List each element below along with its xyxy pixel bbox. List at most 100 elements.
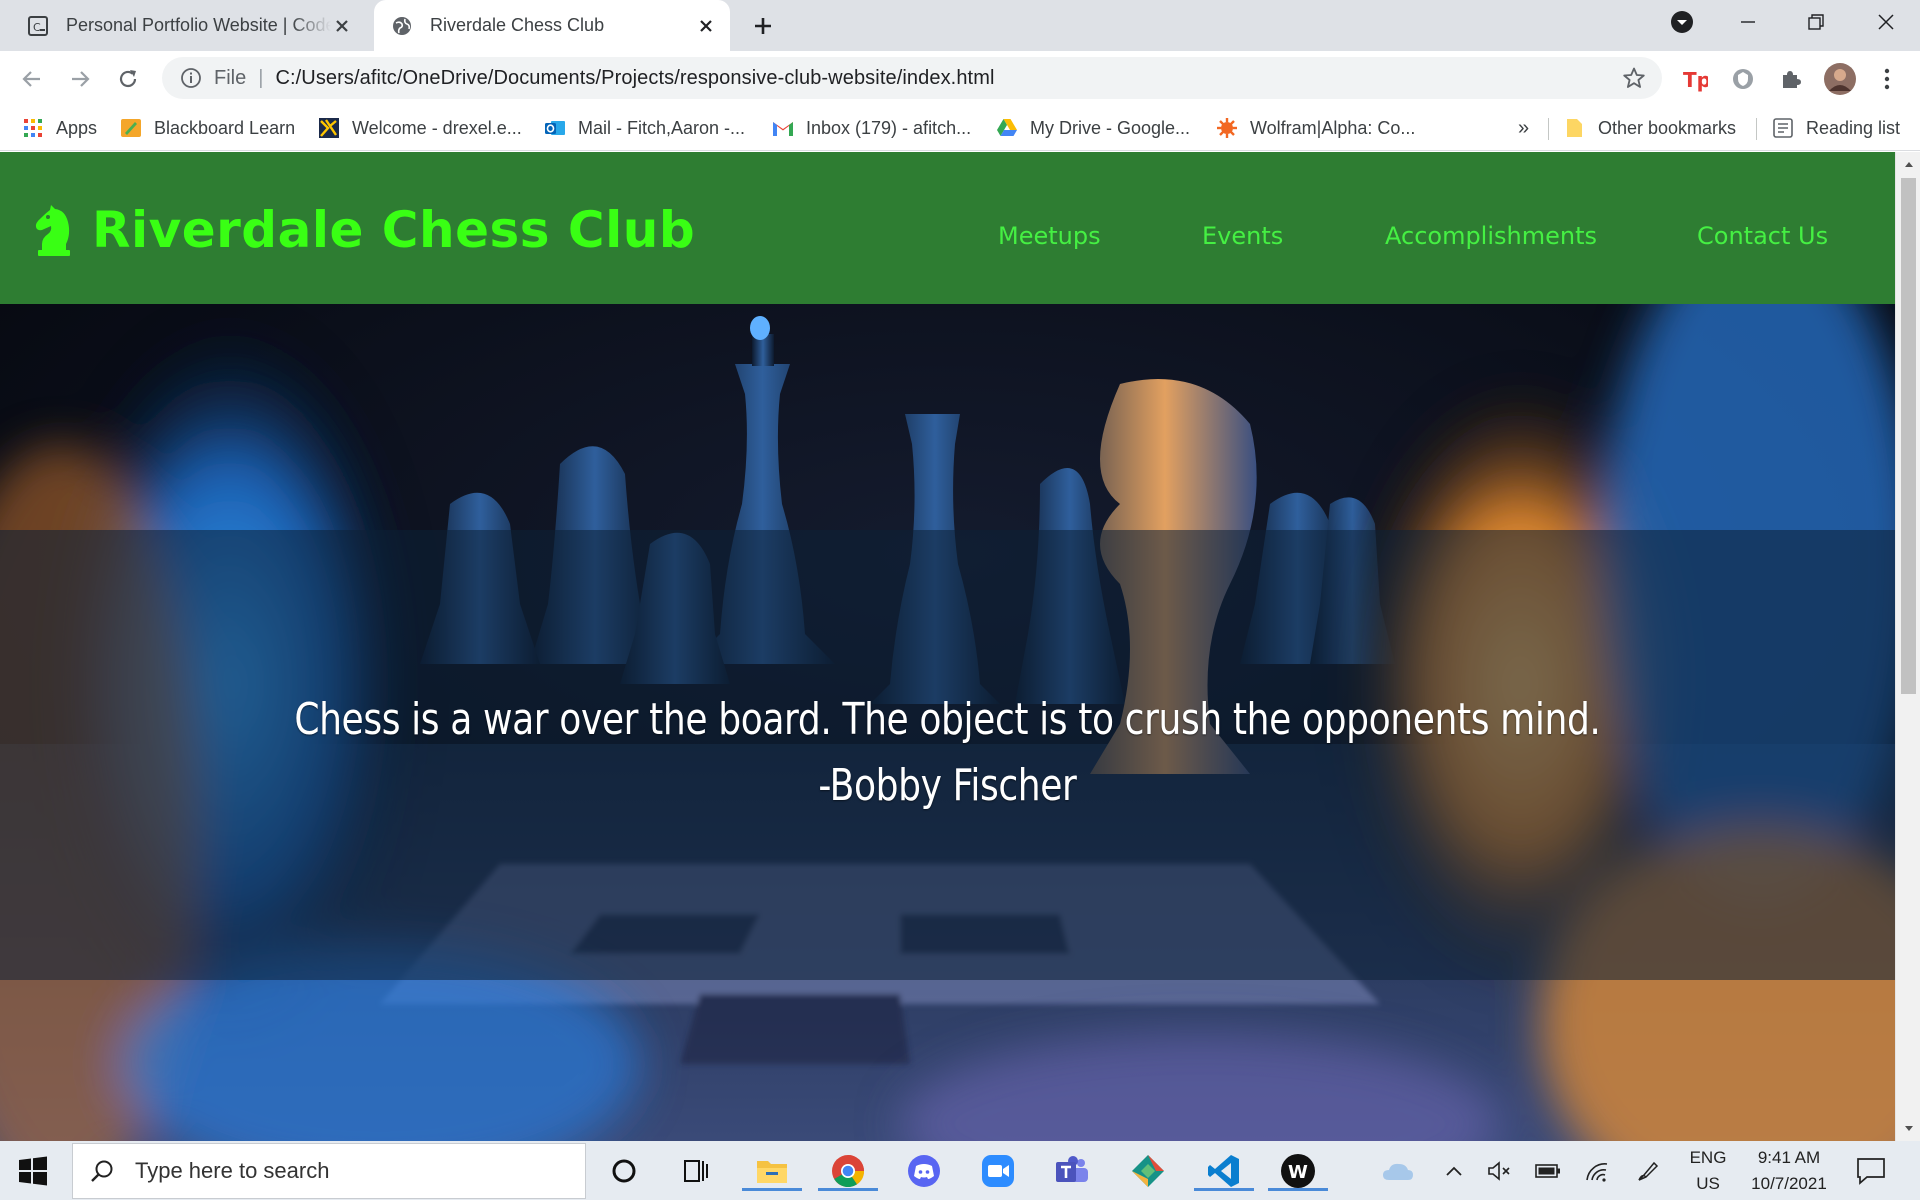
forward-button[interactable] (66, 65, 94, 93)
bookmark-inbox[interactable]: Inbox (179) - afitch... (772, 113, 971, 143)
reload-button[interactable] (114, 65, 142, 93)
close-icon[interactable] (330, 14, 354, 38)
page-viewport: Riverdale Chess Club Meetups Events Acco… (0, 152, 1895, 1141)
language-code: ENG (1689, 1148, 1727, 1167)
chrome-icon[interactable] (818, 1151, 878, 1191)
profile-avatar[interactable] (1824, 63, 1856, 95)
reading-list-button[interactable]: Reading list (1772, 113, 1900, 143)
codepen-icon: C (26, 14, 50, 38)
vscode-icon[interactable] (1194, 1151, 1254, 1191)
notification-center-icon[interactable] (1855, 1155, 1887, 1187)
gitkraken-icon[interactable] (1128, 1151, 1168, 1191)
onedrive-icon[interactable] (1378, 1157, 1418, 1185)
zoom-icon[interactable] (978, 1151, 1018, 1191)
bookmark-divider (1756, 118, 1757, 140)
clock-time: 9:41 AM (1757, 1148, 1821, 1167)
scrollbar-thumb[interactable] (1901, 178, 1916, 694)
taskbar-search-input[interactable]: Type here to search (72, 1143, 586, 1199)
wifi-icon[interactable] (1584, 1157, 1612, 1185)
page-scrollbar[interactable] (1895, 152, 1920, 1141)
file-explorer-icon[interactable] (742, 1151, 802, 1191)
tab-portfolio[interactable]: C Personal Portfolio Website | Code (0, 0, 366, 51)
quote-text: Chess is a war over the board. The objec… (294, 694, 1601, 745)
arrow-left-icon (22, 71, 40, 87)
show-hidden-icons-chevron-up-icon[interactable] (1440, 1157, 1468, 1185)
scroll-down-arrow-icon[interactable] (1903, 1123, 1915, 1135)
nav-link-meetups[interactable]: Meetups (998, 222, 1101, 250)
site-title: Riverdale Chess Club (92, 201, 696, 259)
shield-extension-icon[interactable] (1730, 66, 1756, 92)
bookmarks-overflow-button[interactable]: » (1518, 113, 1529, 143)
bookmark-label: Reading list (1806, 117, 1901, 138)
menu-kebab-icon[interactable] (1874, 66, 1900, 92)
bookmark-star-icon[interactable] (1622, 66, 1646, 90)
outlook-icon (544, 117, 566, 139)
discord-icon[interactable] (904, 1151, 944, 1191)
scroll-up-arrow-icon[interactable] (1903, 158, 1915, 170)
battery-icon[interactable] (1534, 1157, 1562, 1185)
cortana-icon[interactable] (604, 1151, 644, 1191)
url-text[interactable]: C:/Users/afitc/OneDrive/Documents/Projec… (275, 67, 994, 90)
bookmark-apps[interactable]: Apps (22, 113, 97, 143)
new-tab-button[interactable] (748, 12, 778, 40)
address-bar[interactable]: File | C:/Users/afitc/OneDrive/Documents… (162, 57, 1662, 99)
bookmark-mail[interactable]: Mail - Fitch,Aaron -... (544, 113, 745, 143)
tab-search-button[interactable] (1652, 0, 1712, 44)
bookmark-label: Inbox (179) - afitch... (806, 117, 972, 138)
bookmark-label: Welcome - drexel.e... (352, 117, 522, 138)
url-scheme-label: File (214, 66, 247, 89)
pen-ink-icon[interactable] (1634, 1157, 1662, 1185)
globe-icon (390, 14, 414, 38)
nav-link-accomplishments[interactable]: Accomplishments (1385, 222, 1597, 250)
blackboard-icon (120, 117, 142, 139)
bookmark-wolfram[interactable]: Wolfram|Alpha: Co... (1216, 113, 1415, 143)
apps-grid-icon (22, 117, 44, 139)
input-language-indicator[interactable]: ENG US (1686, 1145, 1730, 1197)
webstorm-icon[interactable]: W (1268, 1151, 1328, 1191)
active-indicator (742, 1188, 802, 1191)
task-view-icon[interactable] (676, 1151, 716, 1191)
minimize-button[interactable] (1718, 0, 1778, 44)
bookmark-label: Wolfram|Alpha: Co... (1250, 117, 1416, 138)
bookmark-label: Blackboard Learn (154, 117, 296, 138)
back-button[interactable] (18, 65, 46, 93)
bookmark-drexel[interactable]: Welcome - drexel.e... (318, 113, 522, 143)
bookmark-drive[interactable]: My Drive - Google... (996, 113, 1190, 143)
active-indicator (1194, 1188, 1254, 1191)
system-clock[interactable]: 9:41 AM 10/7/2021 (1740, 1145, 1838, 1197)
arrow-right-icon (72, 71, 90, 87)
tab-riverdale-chess-club[interactable]: Riverdale Chess Club (374, 0, 730, 51)
clock-date: 10/7/2021 (1751, 1174, 1827, 1193)
bookmark-label: Apps (56, 117, 98, 138)
bookmark-other[interactable]: Other bookmarks (1564, 113, 1736, 143)
restore-button[interactable] (1786, 0, 1846, 44)
drexel-icon (318, 117, 340, 139)
windows-start-icon[interactable] (16, 1154, 50, 1188)
site-header: Riverdale Chess Club Meetups Events Acco… (0, 152, 1895, 304)
bookmark-label: Other bookmarks (1598, 117, 1737, 138)
puzzle-extensions-icon[interactable] (1778, 66, 1804, 92)
nav-link-contact-us[interactable]: Contact Us (1697, 222, 1828, 250)
bookmark-blackboard[interactable]: Blackboard Learn (120, 113, 295, 143)
hero-section: Chess is a war over the board. The objec… (0, 304, 1895, 1141)
url-separator: | (258, 66, 264, 89)
active-indicator (818, 1188, 878, 1191)
close-window-button[interactable] (1856, 0, 1916, 44)
teams-icon[interactable] (1052, 1151, 1092, 1191)
wolfram-icon (1216, 117, 1238, 139)
quote-author: -Bobby Fischer (818, 760, 1077, 811)
info-icon[interactable] (180, 67, 202, 89)
browser-toolbar: File | C:/Users/afitc/OneDrive/Documents… (0, 51, 1920, 105)
speaker-muted-icon[interactable] (1486, 1157, 1514, 1185)
bookmark-label: My Drive - Google... (1030, 117, 1191, 138)
site-brand[interactable]: Riverdale Chess Club (32, 201, 696, 259)
active-indicator (1268, 1188, 1328, 1191)
region-code: US (1696, 1174, 1720, 1193)
close-icon[interactable] (694, 14, 718, 38)
svg-text:Tp: Tp (1683, 68, 1708, 92)
nav-link-events[interactable]: Events (1202, 222, 1283, 250)
reload-icon (119, 70, 137, 88)
tp-extension-icon[interactable]: Tp (1682, 66, 1708, 92)
google-drive-icon (996, 117, 1018, 139)
bookmarks-bar: Apps Blackboard Learn Welcome - drexel.e… (0, 105, 1920, 151)
